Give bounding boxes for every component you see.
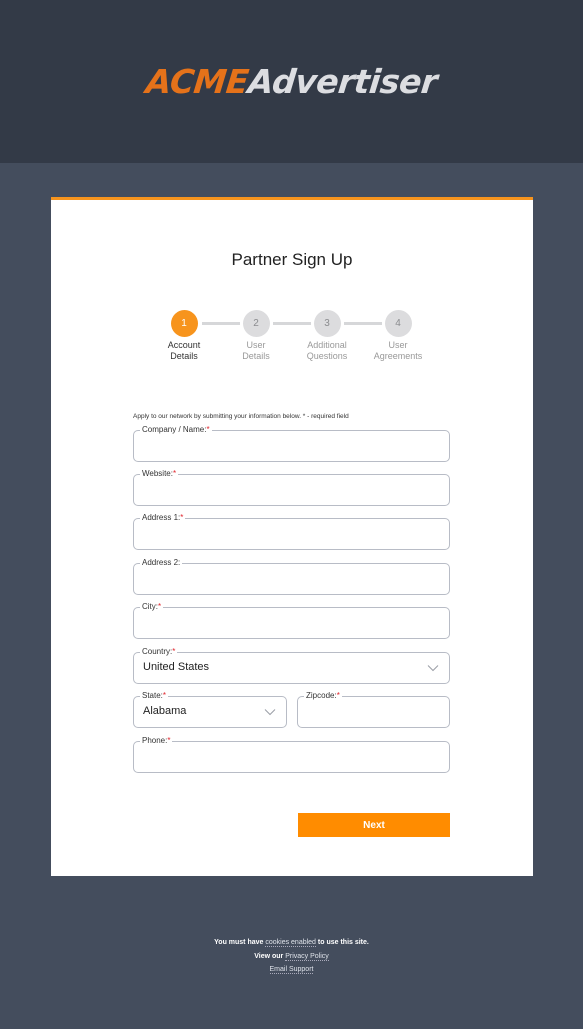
required-marker: * <box>172 647 176 656</box>
cookies-enabled-link[interactable]: cookies enabled <box>265 939 316 947</box>
form-intro-text: Apply to our network by submitting your … <box>133 413 349 420</box>
privacy-policy-link[interactable]: Privacy Policy <box>285 952 329 961</box>
state-label: State: <box>142 691 163 700</box>
privacy-notice: View our Privacy Policy <box>254 952 329 961</box>
email-support-link[interactable]: Email Support <box>269 966 314 974</box>
required-marker: * <box>206 425 210 434</box>
address1-input[interactable] <box>143 523 440 543</box>
chevron-down-icon[interactable] <box>427 664 439 672</box>
zipcode-label: Zipcode: <box>306 691 337 700</box>
header: ACMEAdvertiser <box>0 0 583 163</box>
step-number: 2 <box>242 310 270 337</box>
step-number: 1 <box>170 310 198 337</box>
company-name-label: Company / Name: <box>142 425 207 434</box>
company-name-input[interactable] <box>143 435 440 455</box>
step-user-agreements: 4 User Agreements <box>358 310 438 362</box>
step-additional-questions: 3 Additional Questions <box>287 310 367 362</box>
city-label: City: <box>142 602 158 611</box>
country-selected-value[interactable]: United States <box>143 657 440 677</box>
acme-advertiser-logo[interactable]: ACMEAdvertiser <box>0 62 583 102</box>
step-number: 3 <box>313 310 341 337</box>
step-user-details: 2 User Details <box>216 310 296 362</box>
step-label: Additional Questions <box>306 340 348 361</box>
required-marker: * <box>336 691 340 700</box>
website-input[interactable] <box>143 479 440 499</box>
cookies-notice: You must have cookies enabled to use thi… <box>214 939 369 947</box>
signup-card: Partner Sign Up 1 Account Details 2 User D… <box>51 197 533 876</box>
country-label: Country: <box>142 647 173 656</box>
state-selected-value[interactable]: Alabama <box>143 701 277 721</box>
address2-input[interactable] <box>143 568 440 588</box>
state-select[interactable]: State:* Alabama <box>133 691 287 728</box>
zipcode-input[interactable] <box>307 701 440 721</box>
phone-input[interactable] <box>143 746 440 766</box>
address1-label: Address 1: <box>142 513 181 522</box>
step-label: Account Details <box>167 340 201 361</box>
phone-field[interactable]: Phone:* <box>133 736 450 773</box>
website-field[interactable]: Website:* <box>133 469 450 506</box>
step-label: User Agreements <box>373 340 423 361</box>
page-title: Partner Sign Up <box>231 250 353 269</box>
step-account-details: 1 Account Details <box>144 310 224 362</box>
footer: You must have cookies enabled to use thi… <box>0 936 583 977</box>
company-name-field[interactable]: Company / Name:* <box>133 425 450 462</box>
city-field[interactable]: City:* <box>133 602 450 639</box>
logo-acme-text: ACME <box>144 62 251 101</box>
next-button[interactable]: Next <box>298 813 450 837</box>
chevron-down-icon[interactable] <box>264 708 276 716</box>
required-marker: * <box>172 469 177 478</box>
required-marker: * <box>158 602 162 611</box>
step-number: 4 <box>384 310 412 337</box>
logo-advertiser-text: Advertiser <box>246 62 440 101</box>
country-select[interactable]: Country:* United States <box>133 647 450 684</box>
phone-label: Phone: <box>142 736 168 745</box>
address2-field[interactable]: Address 2: <box>133 558 450 595</box>
zipcode-field[interactable]: Zipcode:* <box>297 691 450 728</box>
address1-field[interactable]: Address 1:* <box>133 513 450 550</box>
required-marker: * <box>162 691 167 700</box>
website-label: Website: <box>142 469 173 478</box>
required-marker: * <box>167 736 171 745</box>
step-label: User Details <box>242 340 270 361</box>
address2-label: Address 2: <box>142 558 181 567</box>
required-marker: * <box>180 513 184 522</box>
city-input[interactable] <box>143 612 440 632</box>
